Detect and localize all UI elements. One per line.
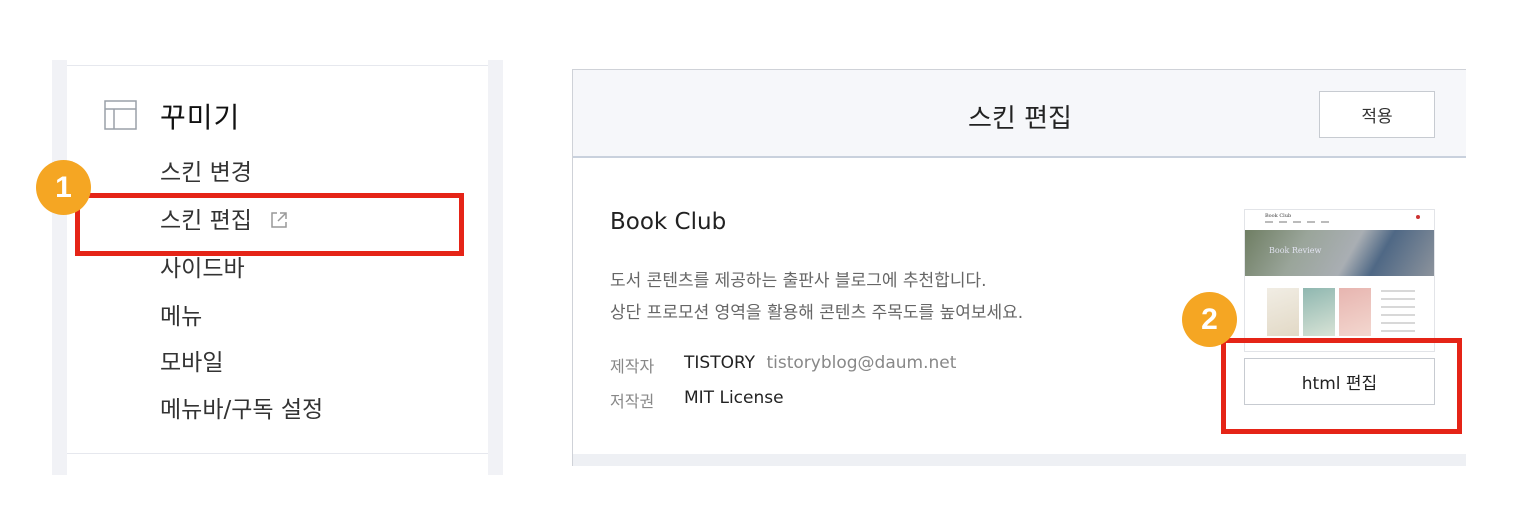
sidebar-item-mobile[interactable]: 모바일 bbox=[160, 343, 223, 377]
author-value: TISTORY tistoryblog@daum.net bbox=[684, 353, 956, 373]
sidebar-item-label: 메뉴 bbox=[160, 304, 203, 330]
author-email: tistoryblog@daum.net bbox=[766, 353, 957, 373]
highlight-box-html-edit bbox=[1221, 338, 1462, 434]
layout-icon bbox=[104, 100, 137, 130]
sidebar-item-label: 메뉴바/구독 설정 bbox=[160, 397, 324, 423]
thumbnail-card bbox=[1303, 288, 1335, 336]
sidebar-item-menu[interactable]: 메뉴 bbox=[160, 297, 202, 331]
thumbnail-nav bbox=[1265, 221, 1335, 223]
sidebar-item-label: 스킨 변경 bbox=[160, 160, 252, 186]
divider bbox=[67, 453, 488, 454]
section-title-decorate: 꾸미기 bbox=[160, 101, 241, 134]
step-badge-2: 2 bbox=[1182, 292, 1237, 347]
thumbnail-hero-text: Book Review bbox=[1269, 246, 1322, 255]
thumbnail-card bbox=[1339, 288, 1371, 336]
skin-thumbnail: Book Club Book Review bbox=[1244, 209, 1435, 352]
apply-button[interactable]: 적용 bbox=[1319, 91, 1435, 138]
sidebar-item-skin-change[interactable]: 스킨 변경 bbox=[160, 153, 252, 187]
divider bbox=[67, 65, 488, 66]
editor-bottom-bar bbox=[573, 454, 1466, 466]
sidebar-item-label: 사이드바 bbox=[160, 256, 245, 282]
license-value: MIT License bbox=[684, 388, 784, 408]
thumbnail-hero: Book Review bbox=[1245, 230, 1434, 276]
author-label: 제작자 bbox=[610, 357, 655, 376]
admin-sidebar: 꾸미기 스킨 변경 스킨 편집 사이드바 메뉴 모바일 메뉴바/구독 설정 bbox=[52, 60, 503, 475]
license-label: 저작권 bbox=[610, 392, 655, 411]
thumbnail-topbar: Book Club bbox=[1245, 210, 1434, 230]
thumbnail-text-lines bbox=[1381, 290, 1415, 336]
sidebar-item-label: 모바일 bbox=[160, 350, 224, 376]
skin-description-line: 상단 프로모션 영역을 활용해 콘텐츠 주목도를 높여보세요. bbox=[610, 303, 1024, 323]
highlight-box-skin-edit bbox=[75, 193, 464, 256]
editor-header: 스킨 편집 적용 bbox=[573, 70, 1466, 158]
thumbnail-logo: Book Club bbox=[1265, 213, 1292, 219]
sidebar-item-menubar-subscribe[interactable]: 메뉴바/구독 설정 bbox=[160, 390, 323, 424]
skin-name: Book Club bbox=[610, 209, 727, 235]
skin-description-line: 도서 콘텐츠를 제공하는 출판사 블로그에 추천합니다. bbox=[610, 271, 987, 291]
step-badge-1: 1 bbox=[36, 160, 91, 215]
thumbnail-card bbox=[1267, 288, 1299, 336]
author-name: TISTORY bbox=[684, 353, 756, 373]
thumbnail-dot bbox=[1416, 215, 1420, 219]
